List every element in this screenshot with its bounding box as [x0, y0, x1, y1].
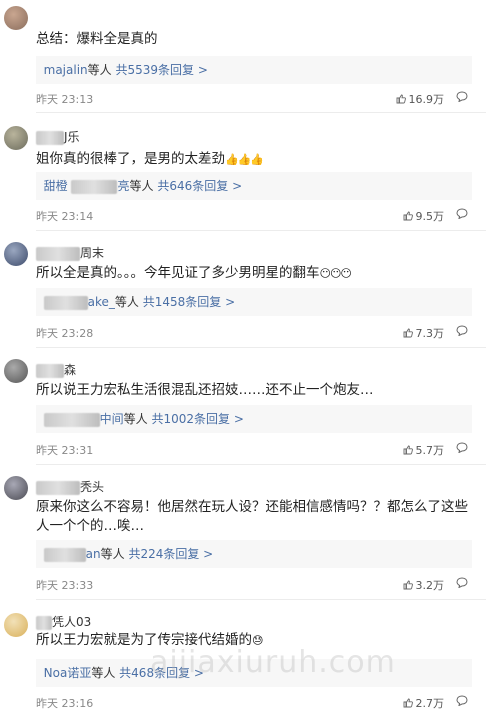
- reply-names[interactable]: majalin: [44, 63, 88, 77]
- like-count: 9.5万: [415, 210, 445, 223]
- avatar[interactable]: [4, 6, 28, 30]
- reply-icon[interactable]: [456, 91, 468, 102]
- emoji: 😶😶😶: [319, 267, 352, 280]
- like-button[interactable]: 3.2万: [403, 577, 445, 593]
- like-button[interactable]: 9.5万: [403, 208, 445, 224]
- divider: [36, 464, 486, 465]
- timestamp: 昨天 23:16: [36, 697, 94, 710]
- redacted-name: [36, 246, 80, 261]
- reply-count-link[interactable]: 共1458条回复 >: [143, 295, 235, 309]
- redacted-name: [36, 615, 52, 630]
- username[interactable]: 凭人03: [36, 613, 91, 630]
- reply-names[interactable]: an: [86, 547, 101, 561]
- reply-icon[interactable]: [456, 442, 468, 453]
- like-count: 16.9万: [408, 93, 445, 106]
- redacted-name: [71, 179, 118, 194]
- like-count: 3.2万: [415, 579, 445, 592]
- reply-names[interactable]: 甜橙: [44, 179, 68, 193]
- username[interactable]: 森: [36, 361, 76, 378]
- reply-summary[interactable]: 中间等人 共1002条回复 >: [36, 405, 472, 433]
- divider: [36, 112, 486, 113]
- avatar[interactable]: [4, 613, 28, 637]
- divider: [36, 347, 486, 348]
- timestamp: 昨天 23:28: [36, 327, 94, 340]
- comment-meta: 昨天 23:14 9.5万: [36, 208, 468, 224]
- reply-summary[interactable]: 甜橙 亮等人 共646条回复 >: [36, 172, 472, 200]
- reply-who: 等人: [87, 63, 112, 77]
- reply-summary[interactable]: Noa诺亚等人 共468条回复 >: [36, 659, 472, 687]
- reply-who: 等人: [129, 179, 154, 193]
- redacted-name: [43, 547, 86, 562]
- comment-meta: 昨天 23:28 7.3万: [36, 325, 468, 341]
- reply-who: 等人: [100, 547, 125, 561]
- comment-text: 所以全是真的。。。今年见证了多少男明星的翻车😶😶😶: [36, 265, 352, 281]
- reply-count-link[interactable]: 共1002条回复 >: [152, 412, 244, 426]
- like-button[interactable]: 7.3万: [403, 325, 445, 341]
- reply-count-link[interactable]: 共224条回复 >: [128, 547, 213, 561]
- thumbs-up-icon: [403, 328, 413, 338]
- avatar[interactable]: [4, 476, 28, 500]
- reply-who: 等人: [123, 412, 148, 426]
- like-button[interactable]: 5.7万: [403, 442, 445, 458]
- thumbs-up-icon: [403, 580, 413, 590]
- redacted-name: [43, 412, 100, 427]
- timestamp: 昨天 23:33: [36, 579, 94, 592]
- reply-summary[interactable]: ake_等人 共1458条回复 >: [36, 288, 472, 316]
- comment-text: 原来你这么不容易！他居然在玩人设？还能相信感情吗？？都怎么了这些人一个个的…唉…: [36, 499, 468, 534]
- thumbs-up-icon: [396, 94, 406, 104]
- like-count: 5.7万: [415, 444, 445, 457]
- redacted-name: [43, 295, 88, 310]
- emoji: 😓: [252, 634, 264, 647]
- reply-icon[interactable]: [456, 577, 468, 588]
- redacted-name: [36, 480, 80, 495]
- timestamp: 昨天 23:13: [36, 93, 94, 106]
- reply-who: 等人: [114, 295, 139, 309]
- reply-count-link[interactable]: 共468条回复 >: [119, 666, 204, 680]
- comment-meta: 昨天 23:31 5.7万: [36, 442, 468, 458]
- redacted-name: [36, 363, 64, 378]
- reply-names[interactable]: 亮: [117, 179, 129, 193]
- comment-meta: 昨天 23:33 3.2万: [36, 577, 468, 593]
- comment-text: 所以王力宏就是为了传宗接代结婚的😓: [36, 632, 264, 648]
- thumbs-up-icon: [403, 445, 413, 455]
- divider: [36, 230, 486, 231]
- username[interactable]: J乐: [36, 128, 80, 145]
- reply-summary[interactable]: an等人 共224条回复 >: [36, 540, 472, 568]
- comment-text: 所以说王力宏私生活很混乱还招妓……还不止一个炮友…: [36, 382, 374, 398]
- redacted-name: [36, 130, 64, 145]
- reply-who: 等人: [91, 666, 116, 680]
- comment-meta: 昨天 23:13 16.9万: [36, 91, 468, 107]
- comment-meta: 昨天 23:16 2.7万: [36, 695, 468, 711]
- avatar[interactable]: [4, 126, 28, 150]
- thumbs-up-icon: [403, 211, 413, 221]
- reply-icon[interactable]: [456, 695, 468, 706]
- reply-count-link[interactable]: 共5539条回复 >: [116, 63, 208, 77]
- timestamp: 昨天 23:14: [36, 210, 94, 223]
- username[interactable]: 秃头: [36, 478, 104, 495]
- thumbs-up-icon: [403, 698, 413, 708]
- reply-icon[interactable]: [456, 325, 468, 336]
- reply-summary[interactable]: majalin等人 共5539条回复 >: [36, 56, 472, 84]
- emoji: 👍👍👍: [225, 153, 264, 166]
- divider: [36, 599, 486, 600]
- like-count: 7.3万: [415, 327, 445, 340]
- username[interactable]: 周末: [36, 244, 104, 261]
- comment-text: 总结：爆料全是真的: [36, 31, 158, 47]
- reply-names[interactable]: Noa诺亚: [44, 666, 92, 680]
- like-button[interactable]: 2.7万: [403, 695, 445, 711]
- reply-count-link[interactable]: 共646条回复 >: [157, 179, 242, 193]
- reply-names[interactable]: 中间: [100, 412, 124, 426]
- reply-names[interactable]: ake_: [88, 295, 115, 309]
- timestamp: 昨天 23:31: [36, 444, 94, 457]
- like-button[interactable]: 16.9万: [396, 91, 445, 107]
- like-count: 2.7万: [415, 697, 445, 710]
- avatar[interactable]: [4, 242, 28, 266]
- avatar[interactable]: [4, 359, 28, 383]
- reply-icon[interactable]: [456, 208, 468, 219]
- comment-text: 姐你真的很棒了，是男的太差劲👍👍👍: [36, 151, 264, 167]
